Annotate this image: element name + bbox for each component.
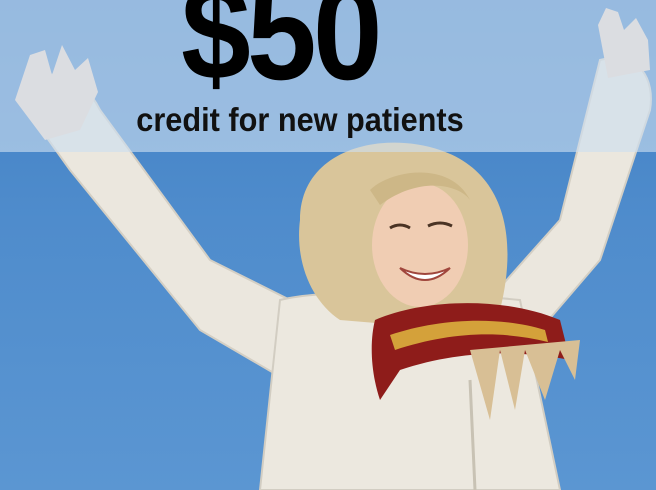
promo-banner: $50 credit for new patients [0, 0, 656, 490]
credit-subtitle: credit for new patients [136, 101, 464, 138]
face [372, 183, 468, 307]
credit-amount: $50 [181, 0, 382, 108]
